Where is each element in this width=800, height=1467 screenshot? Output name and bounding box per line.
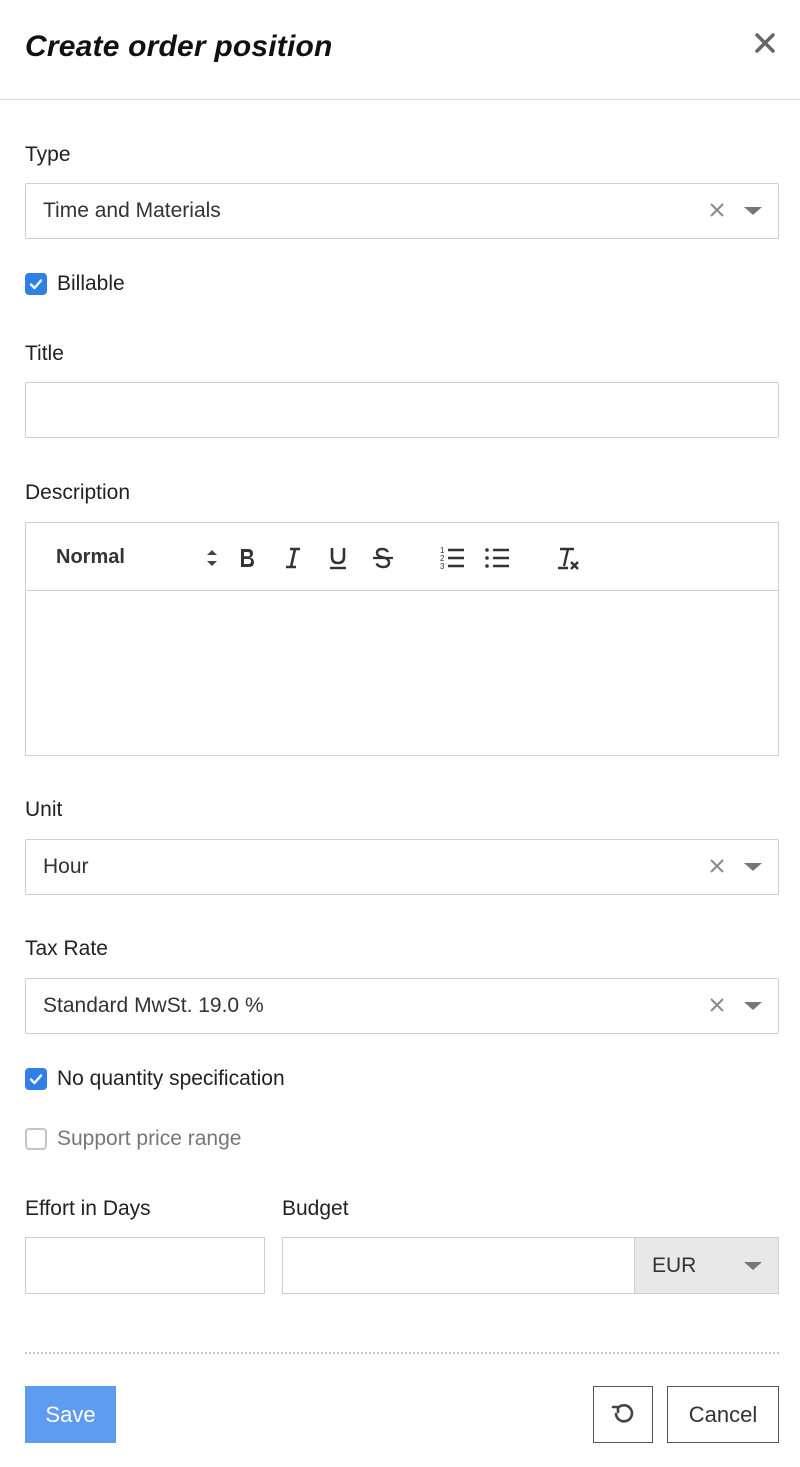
dialog-header: Create order position bbox=[0, 0, 800, 100]
currency-select-value: EUR bbox=[652, 1254, 697, 1277]
no-quantity-label: No quantity specification bbox=[57, 1067, 285, 1090]
support-price-range-checkbox-row[interactable]: Support price range bbox=[25, 1126, 241, 1152]
budget-input[interactable] bbox=[282, 1237, 635, 1294]
unit-label: Unit bbox=[25, 798, 63, 821]
footer-divider bbox=[25, 1352, 779, 1354]
italic-icon[interactable] bbox=[278, 543, 308, 573]
unit-select[interactable]: Hour bbox=[25, 839, 779, 895]
support-price-range-label: Support price range bbox=[57, 1127, 242, 1150]
billable-checkbox[interactable] bbox=[25, 273, 47, 295]
tax-rate-select-value: Standard MwSt. 19.0 % bbox=[43, 994, 264, 1017]
cancel-button[interactable]: Cancel bbox=[667, 1386, 779, 1443]
support-price-range-checkbox[interactable] bbox=[25, 1128, 47, 1150]
chevron-down-icon[interactable] bbox=[744, 863, 762, 871]
underline-icon[interactable] bbox=[323, 543, 353, 573]
bullet-list-icon[interactable] bbox=[483, 543, 513, 573]
close-icon[interactable] bbox=[752, 30, 778, 56]
save-button[interactable]: Save bbox=[25, 1386, 116, 1443]
clear-icon[interactable] bbox=[708, 996, 726, 1014]
effort-input[interactable] bbox=[25, 1237, 265, 1294]
tax-rate-label: Tax Rate bbox=[25, 937, 108, 960]
reset-button[interactable] bbox=[593, 1386, 653, 1443]
billable-label: Billable bbox=[57, 272, 125, 295]
ordered-list-icon[interactable]: 123 bbox=[438, 543, 468, 573]
no-quantity-checkbox[interactable] bbox=[25, 1068, 47, 1090]
unit-select-value: Hour bbox=[43, 855, 89, 878]
type-select[interactable]: Time and Materials bbox=[25, 183, 779, 239]
chevron-down-icon[interactable] bbox=[744, 207, 762, 215]
tax-rate-select[interactable]: Standard MwSt. 19.0 % bbox=[25, 978, 779, 1034]
title-input[interactable] bbox=[25, 382, 779, 438]
budget-label: Budget bbox=[282, 1197, 349, 1220]
svg-text:3: 3 bbox=[440, 562, 445, 571]
no-quantity-checkbox-row[interactable]: No quantity specification bbox=[25, 1066, 285, 1092]
bold-icon[interactable] bbox=[232, 543, 262, 573]
strikethrough-icon[interactable] bbox=[368, 543, 398, 573]
chevron-down-icon[interactable] bbox=[744, 1262, 762, 1270]
title-label: Title bbox=[25, 342, 64, 365]
heading-format-select[interactable]: Normal bbox=[56, 545, 217, 571]
chevron-down-icon[interactable] bbox=[744, 1002, 762, 1010]
currency-select[interactable]: EUR bbox=[634, 1237, 779, 1294]
type-select-value: Time and Materials bbox=[43, 199, 221, 222]
description-editor[interactable]: Normal 123 bbox=[25, 522, 779, 756]
effort-label: Effort in Days bbox=[25, 1197, 151, 1220]
description-textarea[interactable] bbox=[26, 592, 778, 755]
undo-icon bbox=[610, 1404, 636, 1429]
clear-icon[interactable] bbox=[708, 201, 726, 219]
editor-toolbar: Normal 123 bbox=[26, 523, 778, 591]
sort-arrows-icon bbox=[206, 547, 218, 574]
dialog-title: Create order position bbox=[25, 30, 333, 63]
heading-format-value: Normal bbox=[56, 546, 125, 568]
type-label: Type bbox=[25, 143, 71, 166]
description-label: Description bbox=[25, 481, 131, 504]
clear-icon[interactable] bbox=[708, 857, 726, 875]
billable-checkbox-row[interactable]: Billable bbox=[25, 271, 125, 297]
clear-formatting-icon[interactable] bbox=[554, 543, 584, 573]
